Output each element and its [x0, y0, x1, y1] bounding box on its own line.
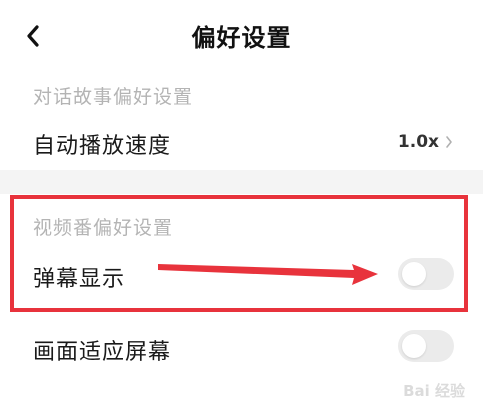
annotation-arrow-icon [158, 264, 378, 285]
baidu-watermark: Bai 经验 [403, 382, 465, 400]
preferences-screen: 偏好设置 对话故事偏好设置 自动播放速度 1.0x 视频番偏好设置 弹幕显示 画… [0, 0, 483, 407]
